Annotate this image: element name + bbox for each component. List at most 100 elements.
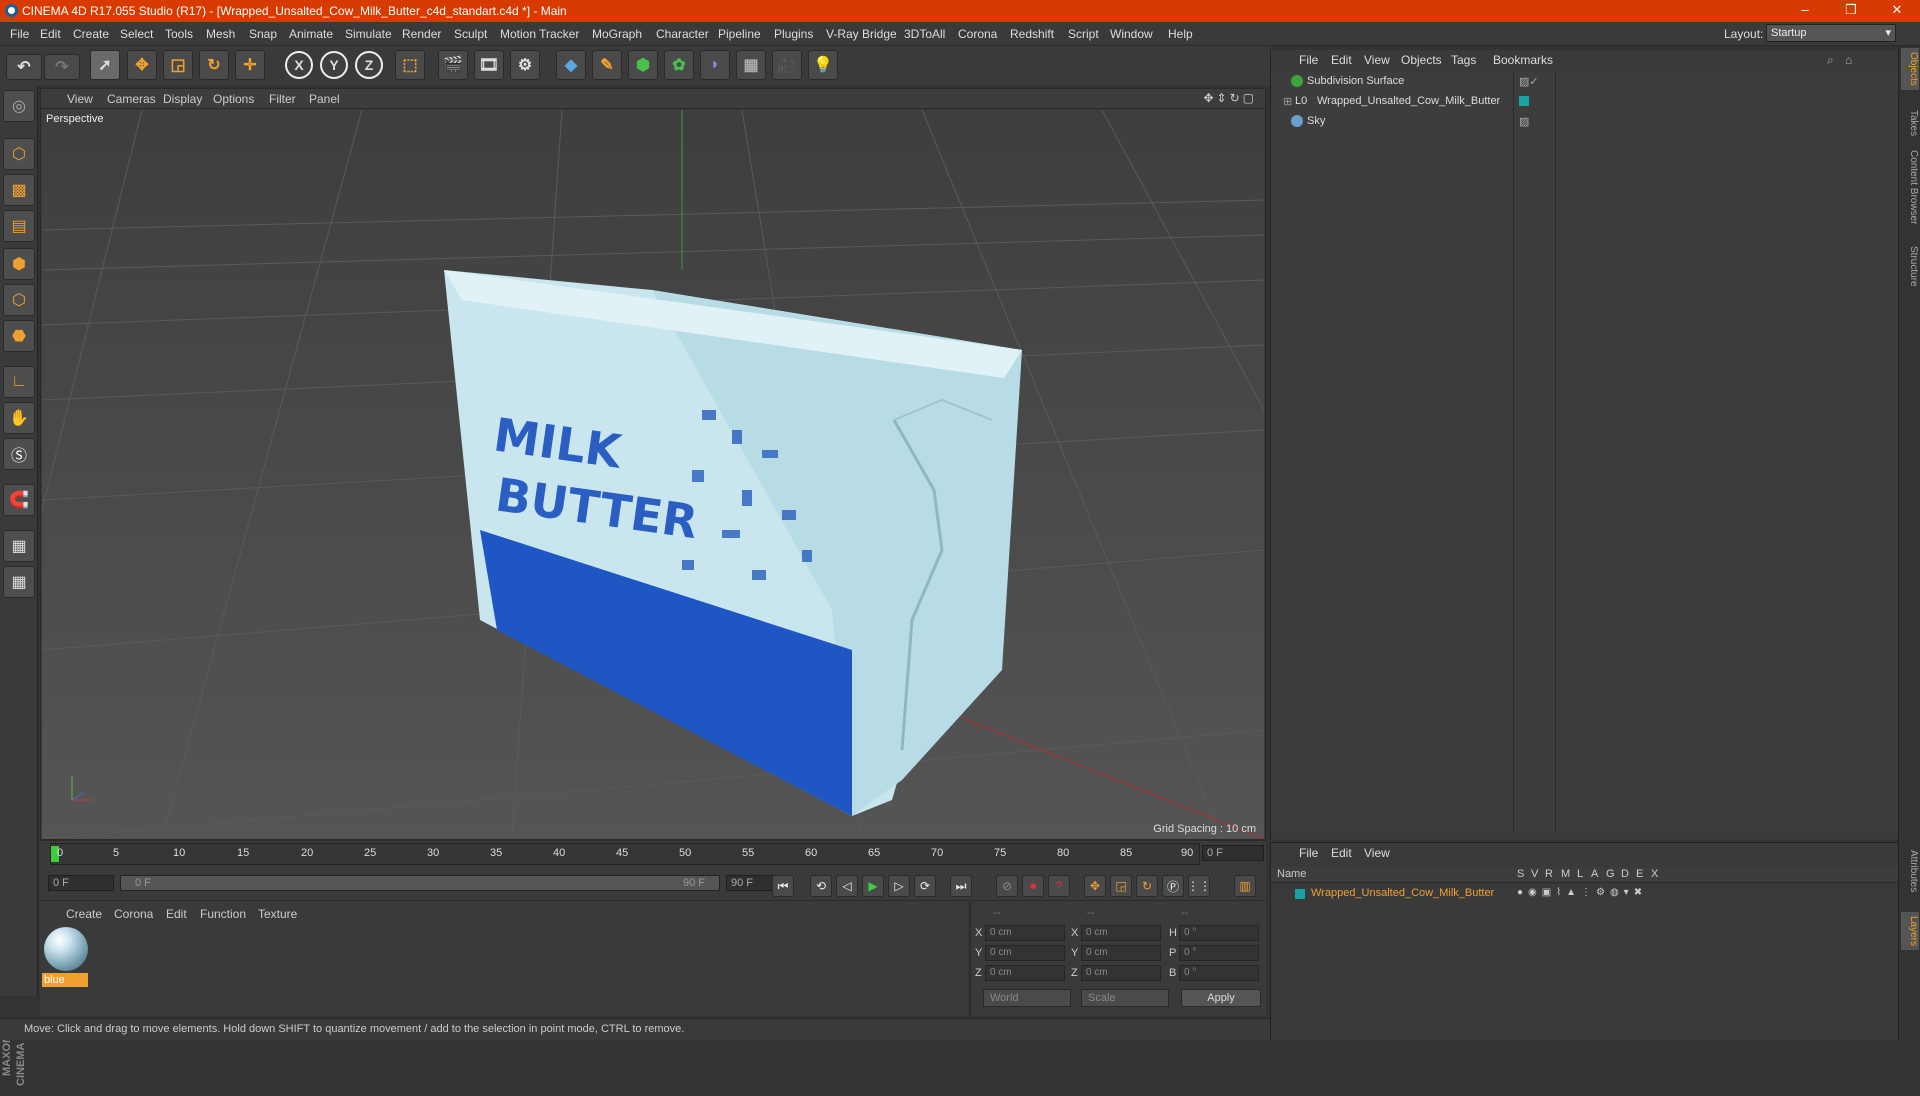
tab-attributes[interactable]: Attributes — [1901, 846, 1919, 896]
locked-workplane-icon[interactable]: ▦ — [3, 530, 35, 562]
position-x-field[interactable]: 0 cm — [985, 925, 1065, 941]
next-frame-icon[interactable]: ▷ — [888, 875, 910, 897]
tab-takes[interactable]: Takes — [1901, 106, 1919, 140]
rotation-p-field[interactable]: 0 ° — [1179, 945, 1259, 961]
menu-sculpt[interactable]: Sculpt — [454, 27, 487, 41]
size-mode-dropdown[interactable]: Scale — [1081, 989, 1169, 1007]
motion-record-icon[interactable]: ⊘ — [996, 875, 1018, 897]
menu-mesh[interactable]: Mesh — [206, 27, 235, 41]
edges-mode-icon[interactable]: ⬡ — [3, 284, 35, 316]
object-row-butter[interactable]: ⊞ L0 Wrapped_Unsalted_Cow_Milk_Butter — [1271, 92, 1899, 111]
play-icon[interactable]: ▶ — [862, 875, 884, 897]
home-icon[interactable]: ⌂ — [1845, 53, 1852, 67]
material-preview-sphere[interactable] — [44, 927, 88, 971]
current-frame-field[interactable]: 0 F — [1202, 845, 1264, 861]
viewport-menu-cameras[interactable]: Cameras — [107, 92, 156, 106]
menu-window[interactable]: Window — [1110, 27, 1153, 41]
recent-tool-icon[interactable]: ✛ — [235, 50, 265, 80]
planar-workplane-icon[interactable]: ▦ — [3, 566, 35, 598]
menu-edit[interactable]: Edit — [40, 27, 61, 41]
material-menu-function[interactable]: Function — [200, 907, 246, 921]
layer-name[interactable]: Wrapped_Unsalted_Cow_Milk_Butter — [1311, 887, 1494, 899]
size-x-field[interactable]: 0 cm — [1081, 925, 1161, 941]
minimize-button[interactable]: – — [1782, 0, 1828, 22]
z-axis-lock-button[interactable]: Z — [355, 51, 383, 79]
cube-primitive-icon[interactable]: ◆ — [556, 50, 586, 80]
objects-menu-bookmarks[interactable]: Bookmarks — [1493, 53, 1553, 67]
make-editable-icon[interactable]: ◎ — [3, 90, 35, 122]
material-menu-edit[interactable]: Edit — [166, 907, 187, 921]
menu-script[interactable]: Script — [1068, 27, 1099, 41]
apply-button[interactable]: Apply — [1181, 989, 1261, 1007]
layer-color-swatch[interactable] — [1519, 96, 1529, 106]
frame-range-slider[interactable]: 0 F 90 F — [120, 875, 720, 891]
objects-menu-objects[interactable]: Objects — [1401, 53, 1442, 67]
snap-magnet-icon[interactable]: 🧲 — [3, 484, 35, 516]
key-position-icon[interactable]: ✥ — [1084, 875, 1106, 897]
y-axis-lock-button[interactable]: Y — [320, 51, 348, 79]
menu-plugins[interactable]: Plugins — [774, 27, 813, 41]
mograph-cloner-icon[interactable]: ✿ — [664, 50, 694, 80]
objects-menu-tags[interactable]: Tags — [1451, 53, 1476, 67]
light-bulb-icon[interactable]: 💡 — [808, 50, 838, 80]
workplane-icon[interactable]: ▤ — [3, 210, 35, 242]
coordinate-space-dropdown[interactable]: World — [983, 989, 1071, 1007]
menu-corona[interactable]: Corona — [958, 27, 997, 41]
perspective-viewport[interactable]: Perspective MILK BUTTER Grid Spacing: 1… — [42, 110, 1264, 839]
objects-menu-edit[interactable]: Edit — [1331, 53, 1352, 67]
menu-help[interactable]: Help — [1168, 27, 1193, 41]
polygons-mode-icon[interactable]: ⬣ — [3, 320, 35, 352]
viewport-navigation-icons[interactable]: ✥⇕↻▢ — [1203, 91, 1257, 105]
search-icon[interactable]: ⌕ — [1827, 53, 1834, 68]
menu-tools[interactable]: Tools — [165, 27, 193, 41]
coordinate-system-icon[interactable]: ⬚ — [395, 50, 425, 80]
tab-layers[interactable]: Layers — [1901, 912, 1919, 951]
key-scale-icon[interactable]: ◲ — [1110, 875, 1132, 897]
position-y-field[interactable]: 0 cm — [985, 945, 1065, 961]
previous-key-icon[interactable]: ⟲ — [810, 875, 832, 897]
texture-mode-icon[interactable]: ▩ — [3, 174, 35, 206]
layout-dropdown[interactable]: Startup ▾ — [1766, 24, 1896, 42]
timeline-window-icon[interactable]: ▥ — [1234, 875, 1256, 897]
viewport-menu-options[interactable]: Options — [213, 92, 254, 106]
deformer-icon[interactable]: ◗ — [700, 50, 730, 80]
key-parameter-icon[interactable]: Ⓟ — [1162, 875, 1184, 897]
key-rotation-icon[interactable]: ↻ — [1136, 875, 1158, 897]
layer-toggle-icons[interactable]: ●◉▣⌇▲⋮⚙◍▾✖ — [1517, 887, 1647, 898]
layers-menu-file[interactable]: File — [1299, 846, 1318, 860]
expand-icon[interactable]: ⊞ — [1283, 95, 1292, 108]
rotate-tool-icon[interactable]: ↻ — [199, 50, 229, 80]
spline-pen-icon[interactable]: ✎ — [592, 50, 622, 80]
points-mode-icon[interactable]: ⬢ — [3, 248, 35, 280]
material-menu-texture[interactable]: Texture — [258, 907, 297, 921]
objects-menu-view[interactable]: View — [1364, 53, 1390, 67]
tweak-mode-icon[interactable]: ✋ — [3, 402, 35, 434]
viewport-menu-view[interactable]: View — [67, 92, 93, 106]
viewport-menu-display[interactable]: Display — [163, 92, 202, 106]
record-active-objects-icon[interactable]: ⏺ — [1022, 875, 1044, 897]
key-pla-icon[interactable]: ⋮⋮ — [1187, 875, 1211, 897]
material-name-label[interactable]: blue — [42, 973, 88, 987]
objects-menu-file[interactable]: File — [1299, 53, 1318, 67]
timeline-ruler[interactable]: 0 5 10 15 20 25 30 35 40 45 50 55 60 65 … — [50, 843, 1200, 865]
tab-objects[interactable]: Objects — [1901, 48, 1919, 90]
rotation-h-field[interactable]: 0 ° — [1179, 925, 1259, 941]
floor-scene-icon[interactable]: ▦ — [736, 50, 766, 80]
layer-row[interactable]: Wrapped_Unsalted_Cow_Milk_Butter ●◉▣⌇▲⋮⚙… — [1271, 885, 1899, 903]
redo-icon[interactable]: ↷ — [44, 54, 80, 80]
menu-character[interactable]: Character — [656, 27, 709, 41]
live-selection-icon[interactable]: ➚ — [90, 50, 120, 80]
previous-frame-icon[interactable]: ◁ — [836, 875, 858, 897]
menu-pipeline[interactable]: Pipeline — [718, 27, 761, 41]
tab-content-browser[interactable]: Content Browser — [1901, 146, 1919, 228]
menu-mograph[interactable]: MoGraph — [592, 27, 642, 41]
object-row-sky[interactable]: Sky ▨ — [1271, 112, 1899, 131]
go-to-end-icon[interactable]: ⏭ — [950, 875, 972, 897]
viewport-menu-panel[interactable]: Panel — [309, 92, 340, 106]
scale-tool-icon[interactable]: ◲ — [163, 50, 193, 80]
solo-mode-icon[interactable]: Ⓢ — [3, 438, 35, 470]
size-y-field[interactable]: 0 cm — [1081, 945, 1161, 961]
camera-icon[interactable]: 🎥 — [772, 50, 802, 80]
axis-mode-icon[interactable]: ∟ — [3, 366, 35, 398]
undo-icon[interactable]: ↶ — [6, 54, 42, 80]
